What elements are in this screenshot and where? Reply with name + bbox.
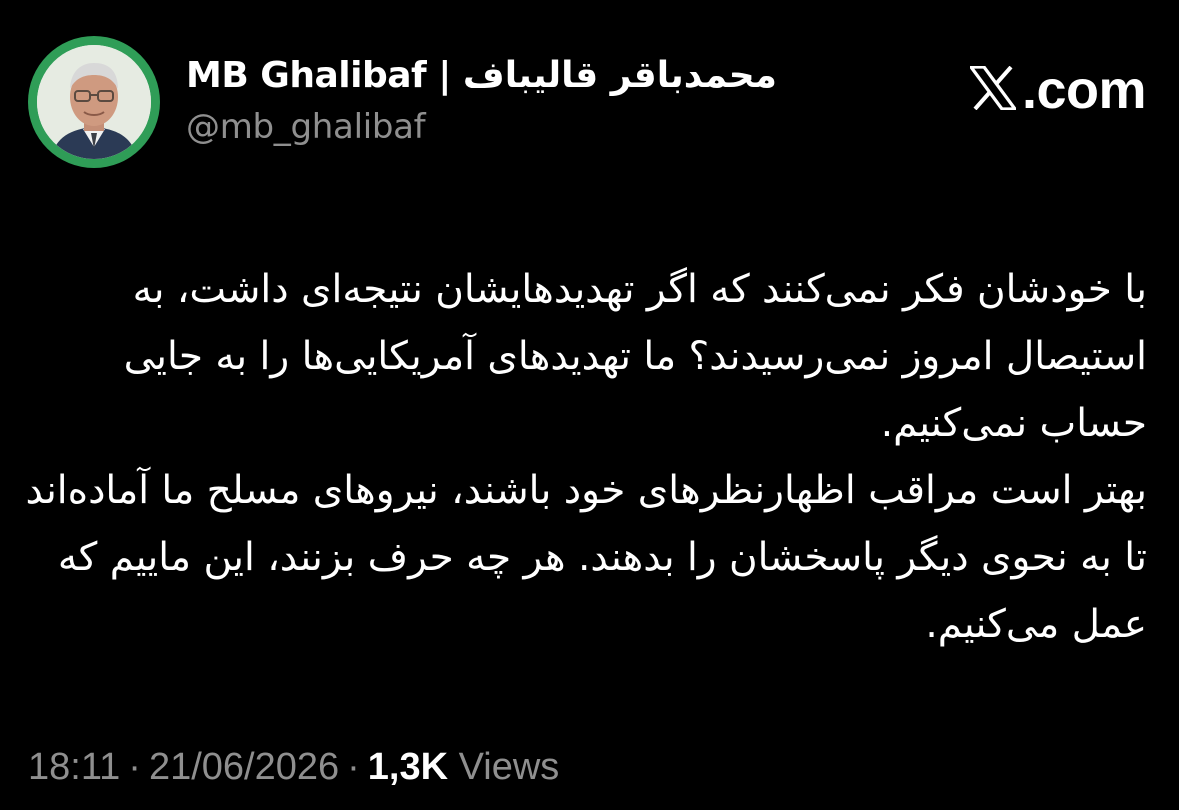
x-brand[interactable]: .com	[969, 58, 1147, 122]
tweet-meta: 18:11 · 21/06/2026 · 1,3K Views	[28, 738, 559, 796]
author-display-name[interactable]: MB Ghalibaf | محمدباقر قالیباف	[186, 50, 777, 102]
brand-domain-label: .com	[1021, 60, 1147, 120]
avatar-photo	[37, 45, 151, 159]
meta-separator: ·	[347, 746, 360, 788]
author-avatar[interactable]	[28, 36, 160, 168]
tweet-date[interactable]: 21/06/2026	[149, 746, 339, 788]
x-logo-icon	[969, 65, 1017, 114]
profile-photo-icon	[37, 45, 151, 159]
author-display-name-persian: محمدباقر قالیباف	[462, 55, 778, 96]
tweet-paragraph: با خودشان فکر نمی‌کنند که اگر تهدیدهایشا…	[123, 267, 1147, 446]
tweet-paragraph: بهتر است مراقب اظهارنظرهای خود باشند، نی…	[25, 468, 1147, 647]
meta-separator: ·	[128, 746, 141, 788]
tweet-text: با خودشان فکر نمی‌کنند که اگر تهدیدهایشا…	[17, 256, 1147, 658]
tweet-time[interactable]: 18:11	[28, 746, 120, 788]
views-label: Views	[458, 746, 560, 788]
views-count: 1,3K	[367, 746, 449, 788]
author-display-name-latin: MB Ghalibaf |	[186, 55, 451, 96]
author-handle[interactable]: @mb_ghalibaf	[186, 102, 777, 152]
tweet-header: MB Ghalibaf | محمدباقر قالیباف @mb_ghali…	[28, 36, 1148, 176]
author-names: MB Ghalibaf | محمدباقر قالیباف @mb_ghali…	[186, 50, 777, 152]
